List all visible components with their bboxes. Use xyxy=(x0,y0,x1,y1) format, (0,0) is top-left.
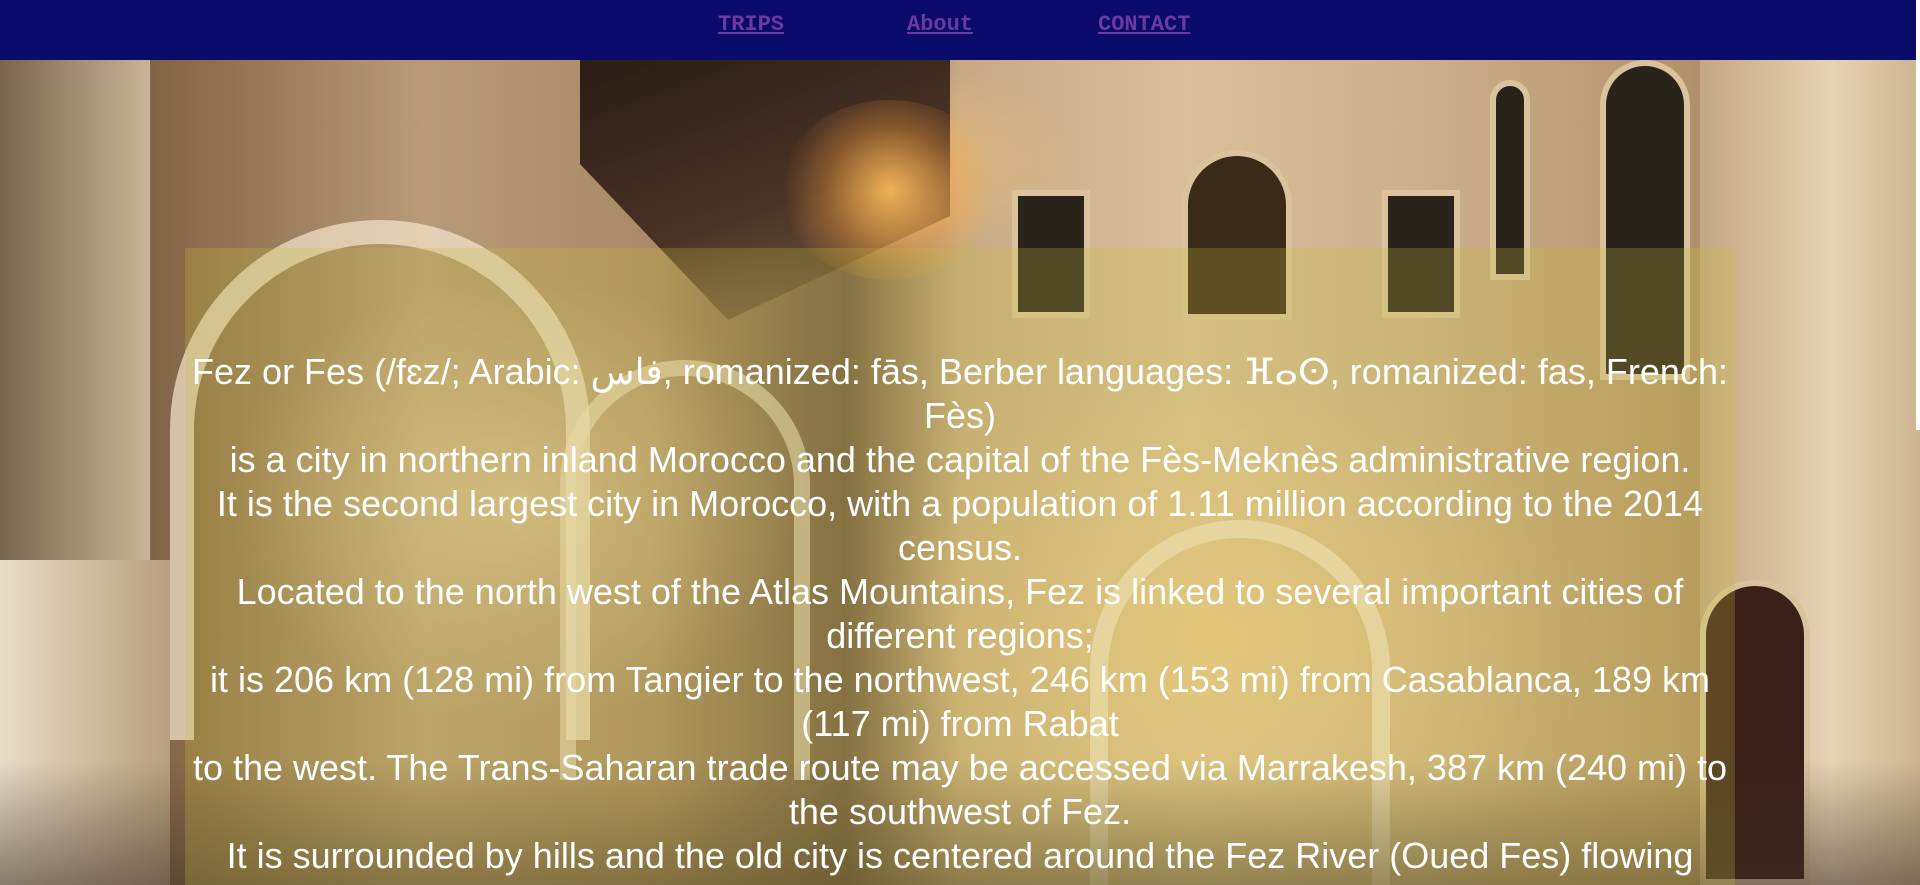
city-description: Fez or Fes (/fɛz/; Arabic: فاس, romanize… xyxy=(190,350,1730,878)
top-navigation-bar: TRIPS About CONTACT xyxy=(0,0,1920,60)
description-line: It is the second largest city in Morocco… xyxy=(216,483,1704,568)
page: TRIPS About CONTACT Fez or Fes (/fɛz/; A… xyxy=(0,0,1920,885)
description-line: Located to the north west of the Atlas M… xyxy=(236,571,1684,656)
description-line: It is surrounded by hills and the old ci… xyxy=(226,835,1694,876)
nav-links: TRIPS About CONTACT xyxy=(0,0,1920,60)
carved-column-left-upper xyxy=(0,60,150,580)
nav-link-about[interactable]: About xyxy=(907,12,973,37)
nav-link-contact[interactable]: CONTACT xyxy=(1098,12,1190,37)
description-line: Fez or Fes (/fɛz/; Arabic: فاس, romanize… xyxy=(192,351,1728,436)
page-scrollbar[interactable] xyxy=(1916,0,1920,430)
description-line: to the west. The Trans-Saharan trade rou… xyxy=(192,747,1728,832)
description-line: is a city in northern inland Morocco and… xyxy=(229,439,1691,480)
nav-link-trips[interactable]: TRIPS xyxy=(718,12,784,37)
description-line: it is 206 km (128 mi) from Tangier to th… xyxy=(210,659,1710,744)
